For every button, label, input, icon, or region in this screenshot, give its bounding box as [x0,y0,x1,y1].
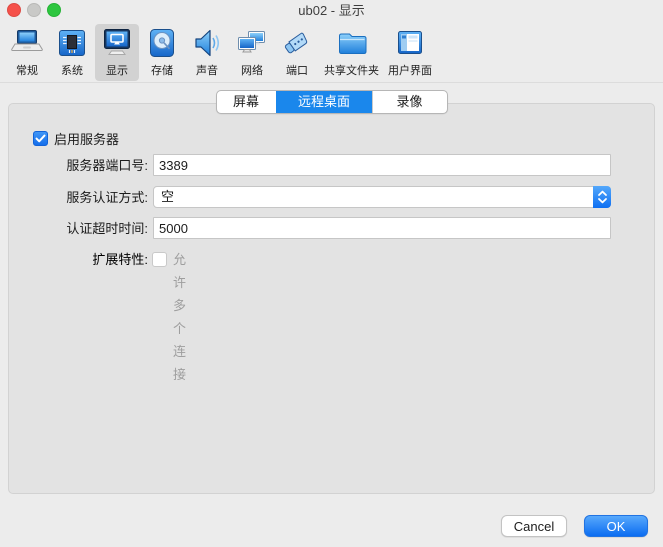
extended-features-label: 扩展特性: [0,248,148,271]
toolbar-label: 系统 [61,62,83,78]
enable-server-checkbox[interactable] [33,131,48,146]
enable-server-row: 启用服务器 [33,129,119,148]
chevron-up-down-icon [593,186,611,208]
toolbar-label: 用户界面 [388,62,432,78]
allow-multiple-connections-label: 允许多个连接 [173,248,186,386]
allow-multiple-connections-checkbox [152,252,167,267]
enable-server-label: 启用服务器 [54,129,119,148]
toolbar-label: 存储 [151,62,173,78]
toolbar-label: 声音 [196,62,218,78]
toolbar-item-general[interactable]: 常规 [5,24,49,81]
toolbar-item-shared-folders[interactable]: 共享文件夹 [320,24,383,81]
display-icon [100,26,134,60]
settings-toolbar: 常规 系统 显示 存储 [0,22,663,83]
system-icon [55,26,89,60]
toolbar-label: 端口 [286,62,308,78]
toolbar-item-ports[interactable]: 端口 [275,24,319,81]
server-port-input[interactable] [153,154,611,176]
auth-method-select[interactable]: 空 [153,186,611,208]
tab-remote-display[interactable]: 远程桌面 [276,91,372,113]
ports-icon [280,26,314,60]
toolbar-item-network[interactable]: 网络 [230,24,274,81]
network-icon [235,26,269,60]
toolbar-item-audio[interactable]: 声音 [185,24,229,81]
toolbar-item-user-interface[interactable]: 用户界面 [384,24,436,81]
toolbar-item-display[interactable]: 显示 [95,24,139,81]
toolbar-label: 网络 [241,62,263,78]
auth-timeout-label: 认证超时时间: [0,217,148,240]
user-interface-icon [393,26,427,60]
audio-icon [190,26,224,60]
toolbar-item-storage[interactable]: 存储 [140,24,184,81]
ok-button[interactable]: OK [584,515,648,537]
server-port-label: 服务器端口号: [0,154,148,177]
window-title: ub02 - 显示 [0,0,663,22]
tab-recording[interactable]: 录像 [372,91,447,113]
toolbar-label: 共享文件夹 [324,62,379,78]
shared-folder-icon [335,26,369,60]
titlebar: ub02 - 显示 [0,0,663,22]
general-icon [10,26,44,60]
auth-method-value: 空 [161,187,174,207]
tab-bar: 屏幕 远程桌面 录像 [216,90,448,114]
storage-icon [145,26,179,60]
auth-timeout-input[interactable] [153,217,611,239]
toolbar-label: 显示 [106,62,128,78]
cancel-button[interactable]: Cancel [501,515,567,537]
toolbar-item-system[interactable]: 系统 [50,24,94,81]
tab-screen[interactable]: 屏幕 [217,91,276,113]
toolbar-label: 常规 [16,62,38,78]
auth-method-label: 服务认证方式: [0,186,148,209]
check-icon [34,132,47,145]
